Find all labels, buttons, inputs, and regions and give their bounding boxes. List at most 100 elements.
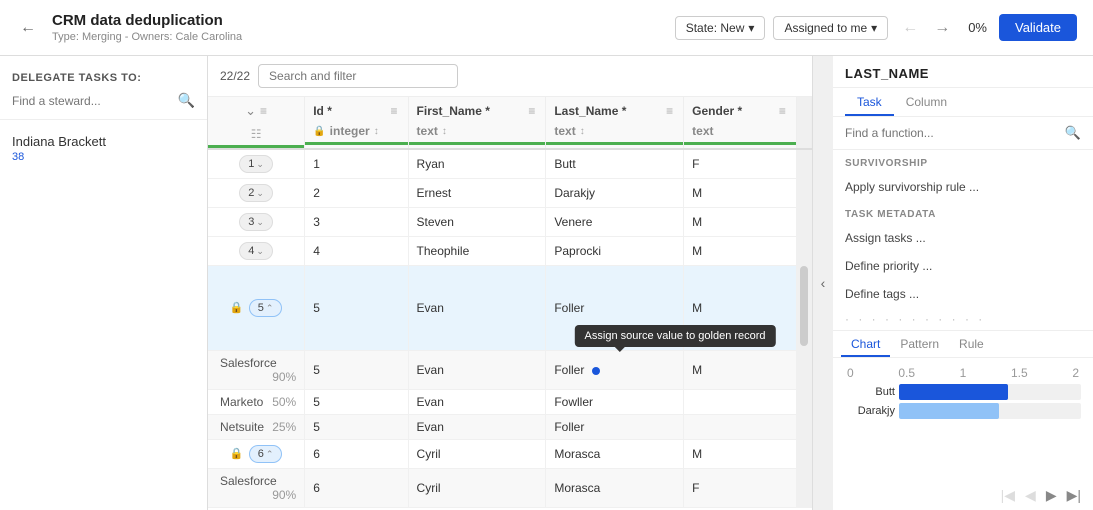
col-header-firstname: First_Name * ≡ text ↕ <box>408 97 546 149</box>
expand-columns-button[interactable]: ⌄ <box>243 101 258 121</box>
cell-lastname-2: Darakjy <box>546 179 684 208</box>
axis-1: 1 <box>960 366 967 380</box>
source-row-salesforce-6: Salesforce 90% 6 Cyril Morasca F <box>208 469 812 508</box>
lock-icon: 🔒 <box>313 126 325 137</box>
col-header-id: Id * ≡ 🔒 integer ↕ <box>305 97 408 149</box>
search-filter-input[interactable] <box>258 64 458 88</box>
col-lastname-type: text <box>554 124 575 138</box>
state-label: State: New <box>686 21 745 35</box>
assigned-to-me-button[interactable]: Assigned to me ▾ <box>773 16 888 40</box>
table-row: 4 ⌄ 4 Theophile Paprocki M <box>208 237 812 266</box>
col-grid-button[interactable]: ☷ <box>249 127 264 141</box>
chart-bar-outer-darakjy <box>899 403 1081 419</box>
col-header-gender: Gender * ≡ text <box>684 97 797 149</box>
record-count: 22/22 <box>220 69 250 83</box>
source-lastname-netsuite: Foller <box>546 415 684 440</box>
app-title: CRM data deduplication <box>52 12 663 29</box>
rs-chart-area: 0 0.5 1 1.5 2 Butt Darakjy <box>833 358 1093 481</box>
rs-tab-pattern[interactable]: Pattern <box>890 331 949 357</box>
source-pct-netsuite: 25% <box>272 420 296 434</box>
row-control-1: 1 ⌄ <box>208 149 305 179</box>
sort-id-button[interactable]: ↕ <box>374 126 379 137</box>
conflict-indicator <box>592 367 600 375</box>
rs-search-input[interactable] <box>845 126 1059 140</box>
source-lastname-salesforce: Foller Assign source value to golden rec… <box>546 351 684 390</box>
row-badge-6[interactable]: 6 ⌃ <box>249 445 283 463</box>
right-sidebar: LAST_NAME Task Column 🔍 SURVIVORSHIP App… <box>833 56 1093 510</box>
steward-search-input[interactable] <box>12 94 172 108</box>
center-toolbar: 22/22 <box>208 56 812 97</box>
table-row: 1 ⌄ 1 Ryan Butt F <box>208 149 812 179</box>
source-gender-marketo <box>684 390 797 415</box>
axis-0-5: 0.5 <box>898 366 915 380</box>
center-panel: 22/22 ⌄ ≡ ☷ <box>208 56 813 510</box>
rs-item-assign-tasks[interactable]: Assign tasks ... <box>833 224 1093 252</box>
tooltip-assign-source: Assign source value to golden record <box>575 325 776 347</box>
delegate-item[interactable]: Indiana Brackett 38 <box>0 126 207 171</box>
rs-tab-chart[interactable]: Chart <box>841 331 890 357</box>
rs-nav-first-button[interactable]: |◀ <box>997 485 1019 506</box>
chart-bar-outer-butt <box>899 384 1081 400</box>
rs-nav-prev-button[interactable]: ◀ <box>1021 485 1040 506</box>
nav-forward-button[interactable]: → <box>928 17 956 39</box>
source-id-salesforce: 5 <box>305 351 408 390</box>
search-icon[interactable]: 🔍 <box>178 92 195 109</box>
row-badge-1[interactable]: 1 ⌄ <box>239 155 273 173</box>
cell-id-6: 6 <box>305 440 408 469</box>
col-menu-button-gender[interactable]: ≡ <box>777 104 788 118</box>
row-control-3: 3 ⌄ <box>208 208 305 237</box>
cell-firstname-3: Steven <box>408 208 546 237</box>
rs-bottom-tabs: Chart Pattern Rule <box>833 330 1093 358</box>
rs-item-define-tags[interactable]: Define tags ... <box>833 280 1093 308</box>
validate-button[interactable]: Validate <box>999 14 1077 41</box>
row-badge-2[interactable]: 2 ⌄ <box>239 184 273 202</box>
lock-row-icon-5: 🔒 <box>230 302 244 314</box>
sidebar-divider <box>0 119 207 120</box>
source-id-sf6: 6 <box>305 469 408 508</box>
rs-nav-last-button[interactable]: ▶| <box>1063 485 1085 506</box>
rs-item-define-priority[interactable]: Define priority ... <box>833 252 1093 280</box>
row-badge-4[interactable]: 4 ⌄ <box>239 242 273 260</box>
col-menu-button-0[interactable]: ≡ <box>258 104 269 118</box>
back-button[interactable]: ← <box>16 15 40 41</box>
source-row-netsuite-5: Netsuite 25% 5 Evan Foller <box>208 415 812 440</box>
cell-id-4: 4 <box>305 237 408 266</box>
rs-item-apply-survivorship[interactable]: Apply survivorship rule ... <box>833 173 1093 201</box>
rs-tab-task[interactable]: Task <box>845 88 894 116</box>
steward-search-row: 🔍 <box>0 88 207 113</box>
source-name-marketo: Marketo <box>220 395 263 409</box>
axis-0: 0 <box>847 366 854 380</box>
cell-lastname-1: Butt <box>546 149 684 179</box>
col-id-type: integer <box>330 124 370 138</box>
source-label-marketo: Marketo 50% <box>208 390 305 415</box>
row-badge-3[interactable]: 3 ⌄ <box>239 213 273 231</box>
cell-id-2: 2 <box>305 179 408 208</box>
state-button[interactable]: State: New ▾ <box>675 16 766 40</box>
collapse-sidebar-button[interactable]: ‹ <box>813 56 833 510</box>
cell-lastname-6: Morasca <box>546 440 684 469</box>
axis-1-5: 1.5 <box>1011 366 1028 380</box>
col-menu-button-firstname[interactable]: ≡ <box>526 104 537 118</box>
source-label-netsuite: Netsuite 25% <box>208 415 305 440</box>
col-menu-button-lastname[interactable]: ≡ <box>664 104 675 118</box>
col-gender-type: text <box>692 124 713 138</box>
col-menu-button-id[interactable]: ≡ <box>389 104 400 118</box>
rs-tab-rule[interactable]: Rule <box>949 331 994 357</box>
source-pct-sf6: 90% <box>272 488 296 502</box>
cell-firstname-2: Ernest <box>408 179 546 208</box>
app-subtitle: Type: Merging - Owners: Cale Carolina <box>52 31 663 43</box>
source-name-netsuite: Netsuite <box>220 420 264 434</box>
col-id-label: Id * <box>313 104 332 118</box>
cell-gender-1: F <box>684 149 797 179</box>
sort-lastname-button[interactable]: ↕ <box>580 126 585 137</box>
rs-tab-column[interactable]: Column <box>894 88 959 116</box>
cell-gender-4: M <box>684 237 797 266</box>
rs-nav-next-button[interactable]: ▶ <box>1042 485 1061 506</box>
row-badge-5[interactable]: 5 ⌃ <box>249 299 283 317</box>
col-gender-label: Gender * <box>692 104 742 118</box>
rs-search-icon[interactable]: 🔍 <box>1065 125 1081 141</box>
sort-firstname-button[interactable]: ↕ <box>442 126 447 137</box>
nav-back-button[interactable]: ← <box>896 17 924 39</box>
source-firstname-salesforce: Evan <box>408 351 546 390</box>
rs-section-task-metadata: TASK METADATA <box>833 201 1093 224</box>
